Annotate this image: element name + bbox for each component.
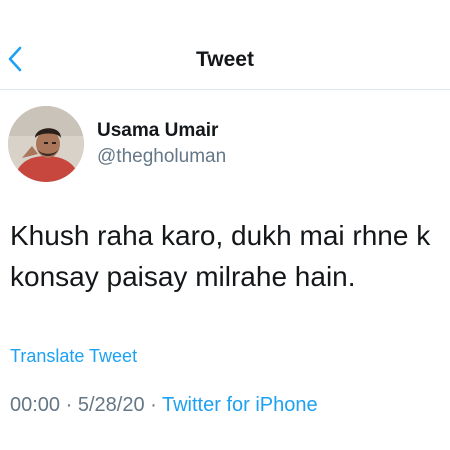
user-display-name[interactable]: Usama Umair [97, 120, 218, 142]
tweet-body: Khush raha karo, dukh mai rhne k konsay … [10, 215, 440, 297]
user-handle[interactable]: @thegholuman [97, 146, 226, 168]
top-nav-bar: Tweet [0, 0, 450, 90]
tweet-time: 00:00 [10, 394, 61, 416]
profile-photo [8, 106, 84, 182]
page-title: Tweet [196, 48, 254, 71]
tweet-date: 5/28/20 [77, 394, 145, 416]
meta-separator: · [144, 394, 162, 416]
tweet-metadata: 00:00 · 5/28/20 · Twitter for iPhone [10, 394, 318, 417]
meta-separator: · [60, 394, 78, 416]
avatar[interactable] [8, 106, 84, 182]
tweet-text-line: konsay paisay milrahe hain. [10, 261, 356, 292]
tweet-text-line: Khush raha karo, dukh mai rhne k [10, 220, 431, 251]
tweet-source-link[interactable]: Twitter for iPhone [162, 394, 318, 416]
translate-tweet-link[interactable]: Translate Tweet [10, 346, 137, 367]
